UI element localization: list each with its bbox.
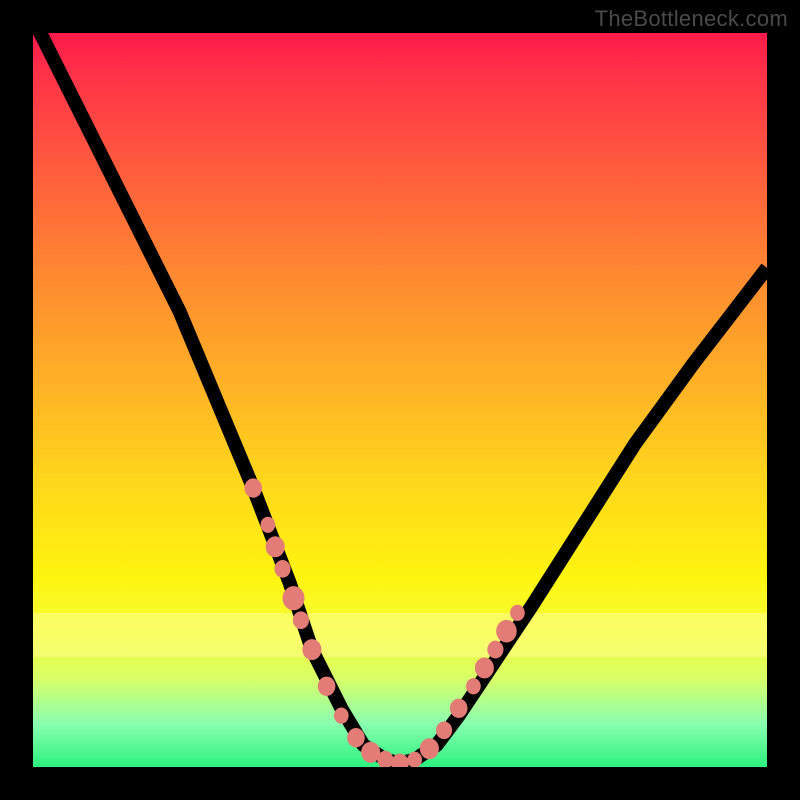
curve-marker	[407, 752, 422, 767]
curve-marker	[420, 738, 439, 759]
highlight-band	[33, 613, 767, 657]
chart-plot-area	[33, 33, 767, 767]
curve-marker	[450, 699, 468, 718]
chart-svg	[33, 33, 767, 767]
curve-marker	[466, 678, 481, 694]
curve-marker	[391, 754, 409, 767]
curve-marker	[283, 586, 305, 610]
curve-marker	[334, 708, 349, 724]
watermark-text: TheBottleneck.com	[595, 6, 788, 32]
curve-marker	[261, 517, 276, 533]
curve-marker	[244, 478, 262, 497]
curve-marker	[475, 657, 494, 678]
curve-marker	[318, 677, 336, 696]
curve-marker	[436, 721, 452, 739]
curve-marker	[266, 536, 285, 557]
curve-marker	[347, 728, 365, 747]
curve-marker	[274, 560, 290, 578]
curve-marker	[361, 742, 380, 763]
curve-marker	[377, 751, 393, 767]
